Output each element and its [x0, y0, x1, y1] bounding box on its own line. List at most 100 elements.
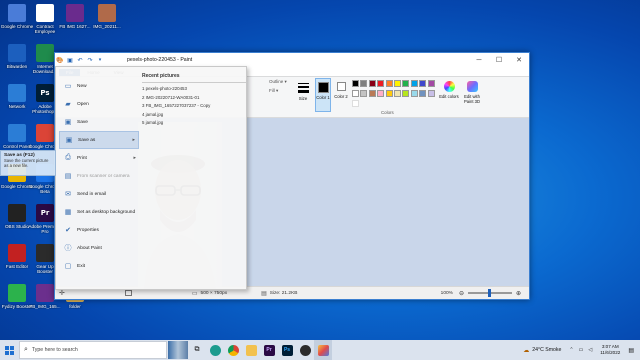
- network-icon[interactable]: ▭: [579, 347, 584, 353]
- menu-item-new[interactable]: ▭ New: [59, 77, 139, 95]
- palette-swatch[interactable]: [352, 89, 359, 97]
- color1-button[interactable]: Color 1: [315, 78, 331, 112]
- file-menu-commands: ▭ New ▰ Open ▣ Save ▣ Save as ▸ ⎙ Print ▸ ▤ From scan…: [56, 67, 140, 289]
- clock[interactable]: 3:07 AM 11/6/2022: [600, 344, 620, 356]
- recent-picture-item[interactable]: 3 FB_IMG_1657227037237 - Copy: [142, 102, 246, 111]
- menu-item-save[interactable]: ▣ Save: [59, 113, 139, 131]
- taskbar-edge[interactable]: [206, 340, 224, 360]
- start-button[interactable]: [0, 340, 18, 360]
- menu-item-label: Open: [77, 101, 89, 107]
- palette-swatch[interactable]: [427, 89, 435, 97]
- desktop-icon-image: Ps: [36, 84, 54, 102]
- outline-dropdown[interactable]: Outline ▾: [269, 79, 287, 85]
- recent-list: 1 pexels-photo-220453 2 IMG-20220712-WA00…: [142, 85, 246, 128]
- volume-icon[interactable]: ◁: [588, 347, 592, 353]
- palette-swatch[interactable]: [385, 80, 393, 87]
- color2-button[interactable]: Color 2: [333, 78, 349, 112]
- taskbar-chrome[interactable]: [224, 340, 242, 360]
- edit-colors-button[interactable]: Edit colors: [439, 79, 459, 111]
- palette-swatch[interactable]: [402, 80, 410, 87]
- palette-swatch[interactable]: [394, 80, 401, 87]
- menu-item-about-paint[interactable]: ⓘ About Paint: [59, 239, 139, 257]
- palette-swatch[interactable]: [377, 80, 385, 87]
- desktop-icon-image: Pr: [36, 204, 54, 222]
- undo-icon[interactable]: ↶: [75, 55, 85, 65]
- new-file-icon: ▭: [64, 83, 72, 90]
- title-bar[interactable]: 🎨 ▣ ↶ ↷ ▾ pexels-photo-220453 - Paint ─ …: [55, 53, 529, 67]
- menu-item-label: New: [77, 83, 87, 89]
- desktop-icon-label: FB IMG 1627...: [59, 24, 91, 29]
- taskbar-photoshop[interactable]: Ps: [278, 340, 296, 360]
- menu-item-send-in-email[interactable]: ✉ Send in email: [59, 185, 139, 203]
- recent-picture-item[interactable]: 4 jamal.jpg: [142, 111, 246, 120]
- menu-item-set-as-desktop-background[interactable]: ▦ Set as desktop background: [59, 203, 139, 221]
- desktop-icon[interactable]: FB IMG 1627...: [58, 2, 92, 42]
- palette-swatch[interactable]: [410, 89, 418, 97]
- menu-item-save-as[interactable]: ▣ Save as ▸: [59, 131, 139, 149]
- task-view-icon: ⧉: [194, 346, 200, 353]
- zoom-in-button[interactable]: ⊕: [516, 290, 521, 297]
- palette-swatch[interactable]: [394, 89, 401, 97]
- photoshop-icon: Ps: [281, 344, 293, 356]
- palette-swatch[interactable]: [402, 89, 410, 97]
- desktop-icon-image: [8, 124, 26, 142]
- desktop-icon-image: [8, 244, 26, 262]
- recent-picture-item[interactable]: 2 IMG-20220712-WA0031-01: [142, 94, 246, 103]
- tray-overflow-icon[interactable]: ⌃: [569, 347, 573, 353]
- desktop-icon-label: Contract Employee: [34, 24, 56, 34]
- quick-save-icon[interactable]: ▣: [65, 55, 75, 65]
- palette-swatch[interactable]: [360, 80, 368, 87]
- paint3d-icon: [466, 81, 478, 92]
- zoom-slider[interactable]: [467, 289, 512, 297]
- email-icon: ✉: [65, 191, 71, 198]
- taskbar-paint[interactable]: [314, 340, 332, 360]
- color2-label: Color 2: [334, 94, 348, 99]
- palette-swatch[interactable]: [385, 89, 393, 97]
- zoom-out-button[interactable]: ⊖: [459, 290, 464, 297]
- menu-item-exit[interactable]: ▢ Exit: [59, 257, 139, 275]
- maximize-button[interactable]: ☐: [489, 53, 509, 67]
- edit-paint3d-button[interactable]: Edit with Paint 3D: [460, 79, 484, 111]
- palette-swatch[interactable]: [377, 89, 385, 97]
- scanner-icon: ▤: [64, 173, 72, 180]
- zoom-slider-thumb[interactable]: [487, 289, 491, 297]
- taskbar-obs[interactable]: [296, 340, 314, 360]
- desktop-icon[interactable]: Contract Employee: [28, 2, 62, 42]
- task-view-button[interactable]: ⧉: [188, 340, 206, 360]
- palette-swatch[interactable]: [368, 89, 376, 97]
- menu-item-label: About Paint: [77, 245, 102, 251]
- taskbar: ⌕ Type here to search ⧉ Pr Ps ☁ 24°C Smo…: [0, 340, 640, 360]
- palette-swatch[interactable]: [419, 80, 427, 87]
- recent-pictures: Recent pictures 1 pexels-photo-220453 2 I…: [142, 73, 246, 128]
- taskbar-premiere[interactable]: Pr: [260, 340, 278, 360]
- palette-swatch[interactable]: [410, 80, 418, 87]
- recent-picture-item[interactable]: 5 jamal.jpg: [142, 119, 246, 128]
- customize-qat-icon[interactable]: ▾: [95, 55, 105, 65]
- menu-item-open[interactable]: ▰ Open: [59, 95, 139, 113]
- menu-item-label: Send in email: [77, 191, 107, 197]
- save-as-tooltip: Save as (F12) Save the current picture a…: [0, 150, 56, 176]
- menu-item-properties[interactable]: ✔ Properties: [59, 221, 139, 239]
- notifications-icon[interactable]: ▤: [628, 347, 634, 354]
- redo-icon[interactable]: ↷: [85, 55, 95, 65]
- palette-swatch[interactable]: [360, 89, 368, 97]
- minimize-button[interactable]: ─: [469, 53, 489, 67]
- color2-swatch: [336, 82, 346, 91]
- size-button[interactable]: Size: [295, 79, 311, 111]
- menu-item-print[interactable]: ⎙ Print ▸: [59, 149, 139, 167]
- taskbar-search[interactable]: ⌕ Type here to search: [19, 341, 167, 359]
- taskbar-file-explorer[interactable]: [242, 340, 260, 360]
- menu-item-from-scanner-or-camera[interactable]: ▤ From scanner or camera: [59, 167, 139, 185]
- palette-swatch[interactable]: [368, 80, 376, 87]
- weather-text[interactable]: 24°C Smoke: [532, 347, 561, 353]
- palette-swatch[interactable]: [352, 80, 359, 87]
- palette-swatch[interactable]: [419, 89, 427, 97]
- folder-icon: [245, 344, 257, 356]
- zoom-level: 100%: [440, 290, 453, 296]
- desktop-icon[interactable]: IMG_20211...: [90, 2, 124, 42]
- palette-swatch[interactable]: [427, 80, 435, 87]
- close-button[interactable]: ✕: [509, 53, 529, 67]
- search-placeholder: Type here to search: [31, 347, 78, 353]
- fill-dropdown[interactable]: Fill ▾: [269, 88, 278, 94]
- recent-picture-item[interactable]: 1 pexels-photo-220453: [142, 85, 246, 94]
